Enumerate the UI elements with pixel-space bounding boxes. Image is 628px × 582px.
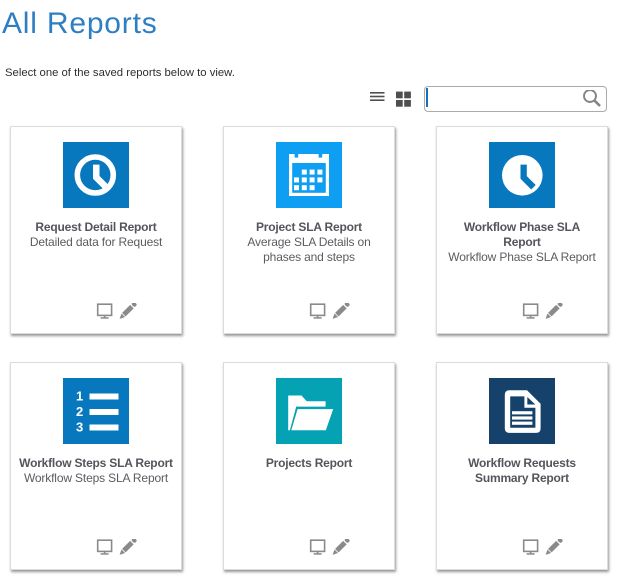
svg-text:1: 1 (76, 389, 83, 404)
svg-text:2: 2 (76, 404, 83, 419)
svg-text:3: 3 (76, 420, 83, 435)
